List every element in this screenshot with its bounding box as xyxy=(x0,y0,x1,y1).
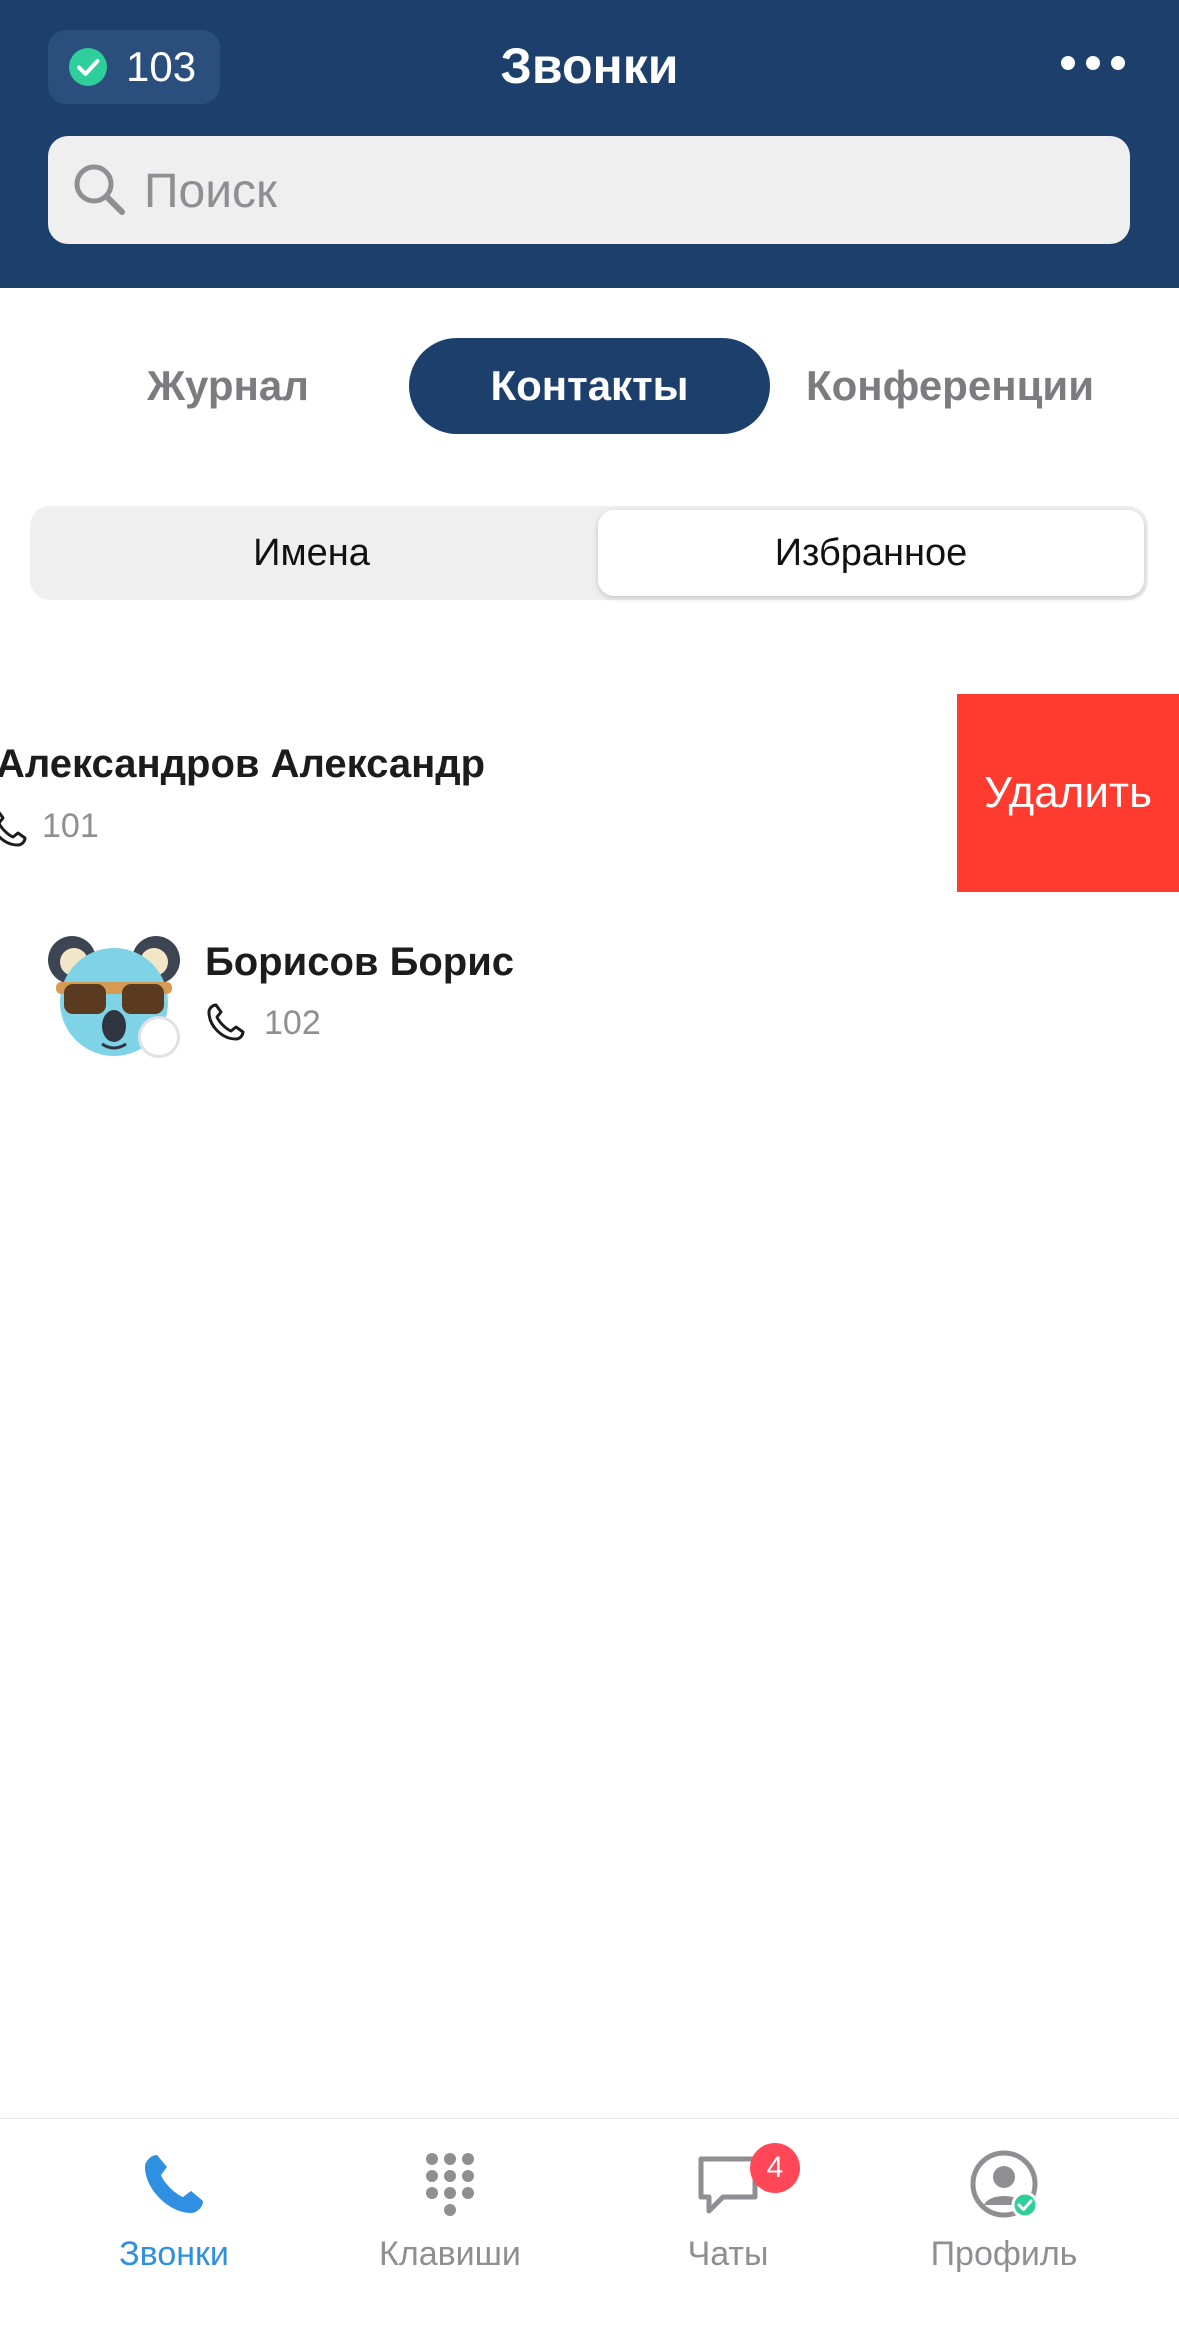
keypad-icon xyxy=(426,2153,474,2216)
segmented-control: Имена Избранное xyxy=(30,506,1148,600)
header: 103 Звонки xyxy=(0,0,1179,288)
phone-icon xyxy=(207,1003,245,1041)
nav-calls[interactable]: Звонки xyxy=(44,2119,304,2337)
phone-icon xyxy=(0,811,27,847)
search-bar[interactable] xyxy=(48,136,1130,244)
chat-badge: 4 xyxy=(750,2143,800,2193)
nav-calls-label: Звонки xyxy=(119,2235,229,2273)
bottom-nav: Звонки Клавиши 4 Чаты Профиль xyxy=(0,2118,1179,2337)
nav-keypad-label: Клавиши xyxy=(379,2235,521,2273)
segment-names[interactable]: Имена xyxy=(34,510,589,596)
tab-conferences[interactable]: Конференции xyxy=(790,338,1110,434)
delete-button[interactable]: Удалить xyxy=(957,694,1179,892)
search-icon xyxy=(74,164,125,215)
contact-extension: 102 xyxy=(264,1004,321,1042)
phone-icon xyxy=(145,2155,203,2213)
contact-name: Борисов Борис xyxy=(205,940,515,984)
contact-name: Александров Александр xyxy=(0,742,486,786)
nav-chats-label: Чаты xyxy=(687,2235,769,2273)
presence-indicator xyxy=(138,1016,180,1058)
search-input[interactable] xyxy=(142,154,1106,228)
segment-favorites[interactable]: Избранное xyxy=(598,510,1144,596)
contact-extension: 101 xyxy=(42,807,99,845)
nav-profile[interactable]: Профиль xyxy=(874,2119,1134,2337)
page-title: Звонки xyxy=(500,38,679,94)
nav-profile-label: Профиль xyxy=(930,2235,1078,2273)
nav-chats[interactable]: 4 Чаты xyxy=(598,2119,858,2337)
tab-journal[interactable]: Журнал xyxy=(108,338,348,434)
nav-keypad[interactable]: Клавиши xyxy=(320,2119,580,2337)
more-icon[interactable] xyxy=(1058,48,1128,78)
profile-icon xyxy=(970,2150,1039,2219)
tab-contacts[interactable]: Контакты xyxy=(409,338,770,434)
